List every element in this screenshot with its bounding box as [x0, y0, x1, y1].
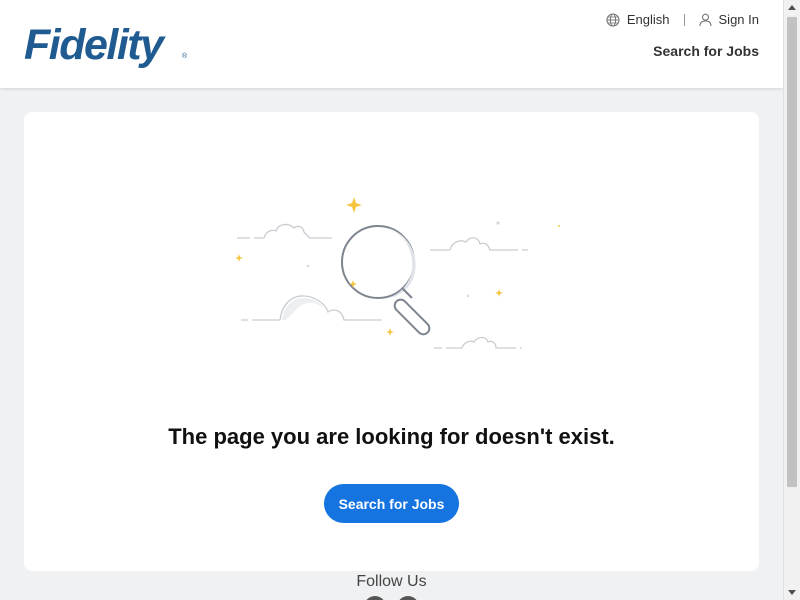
social-icon[interactable]	[397, 596, 419, 600]
user-icon	[698, 13, 712, 27]
scroll-up-arrow-icon[interactable]	[788, 5, 796, 10]
vertical-scrollbar[interactable]	[783, 0, 800, 600]
site-header: Fidelity ® English Sign In Search for Jo…	[0, 0, 783, 88]
globe-icon	[606, 12, 620, 27]
registered-mark: ®	[182, 53, 188, 60]
not-found-card: The page you are looking for doesn't exi…	[24, 112, 759, 571]
sign-in-label: Sign In	[718, 12, 759, 27]
scrollbar-thumb[interactable]	[787, 17, 797, 487]
magnifying-glass-clouds-illustration	[235, 197, 560, 349]
divider	[683, 13, 685, 26]
scroll-down-arrow-icon[interactable]	[788, 590, 796, 595]
sign-in-link[interactable]: Sign In	[698, 12, 759, 27]
search-jobs-link[interactable]: Search for Jobs	[653, 43, 759, 59]
page: Fidelity ® English Sign In Search for Jo…	[0, 0, 783, 600]
follow-us-heading: Follow Us	[356, 573, 427, 590]
not-found-message: The page you are looking for doesn't exi…	[168, 424, 615, 449]
search-jobs-button[interactable]: Search for Jobs	[324, 484, 459, 523]
utility-nav: English Sign In	[606, 12, 759, 27]
language-label: English	[626, 12, 670, 27]
language-selector[interactable]: English	[606, 12, 670, 27]
fidelity-logo[interactable]: Fidelity	[24, 24, 164, 67]
social-icon[interactable]	[364, 596, 386, 600]
